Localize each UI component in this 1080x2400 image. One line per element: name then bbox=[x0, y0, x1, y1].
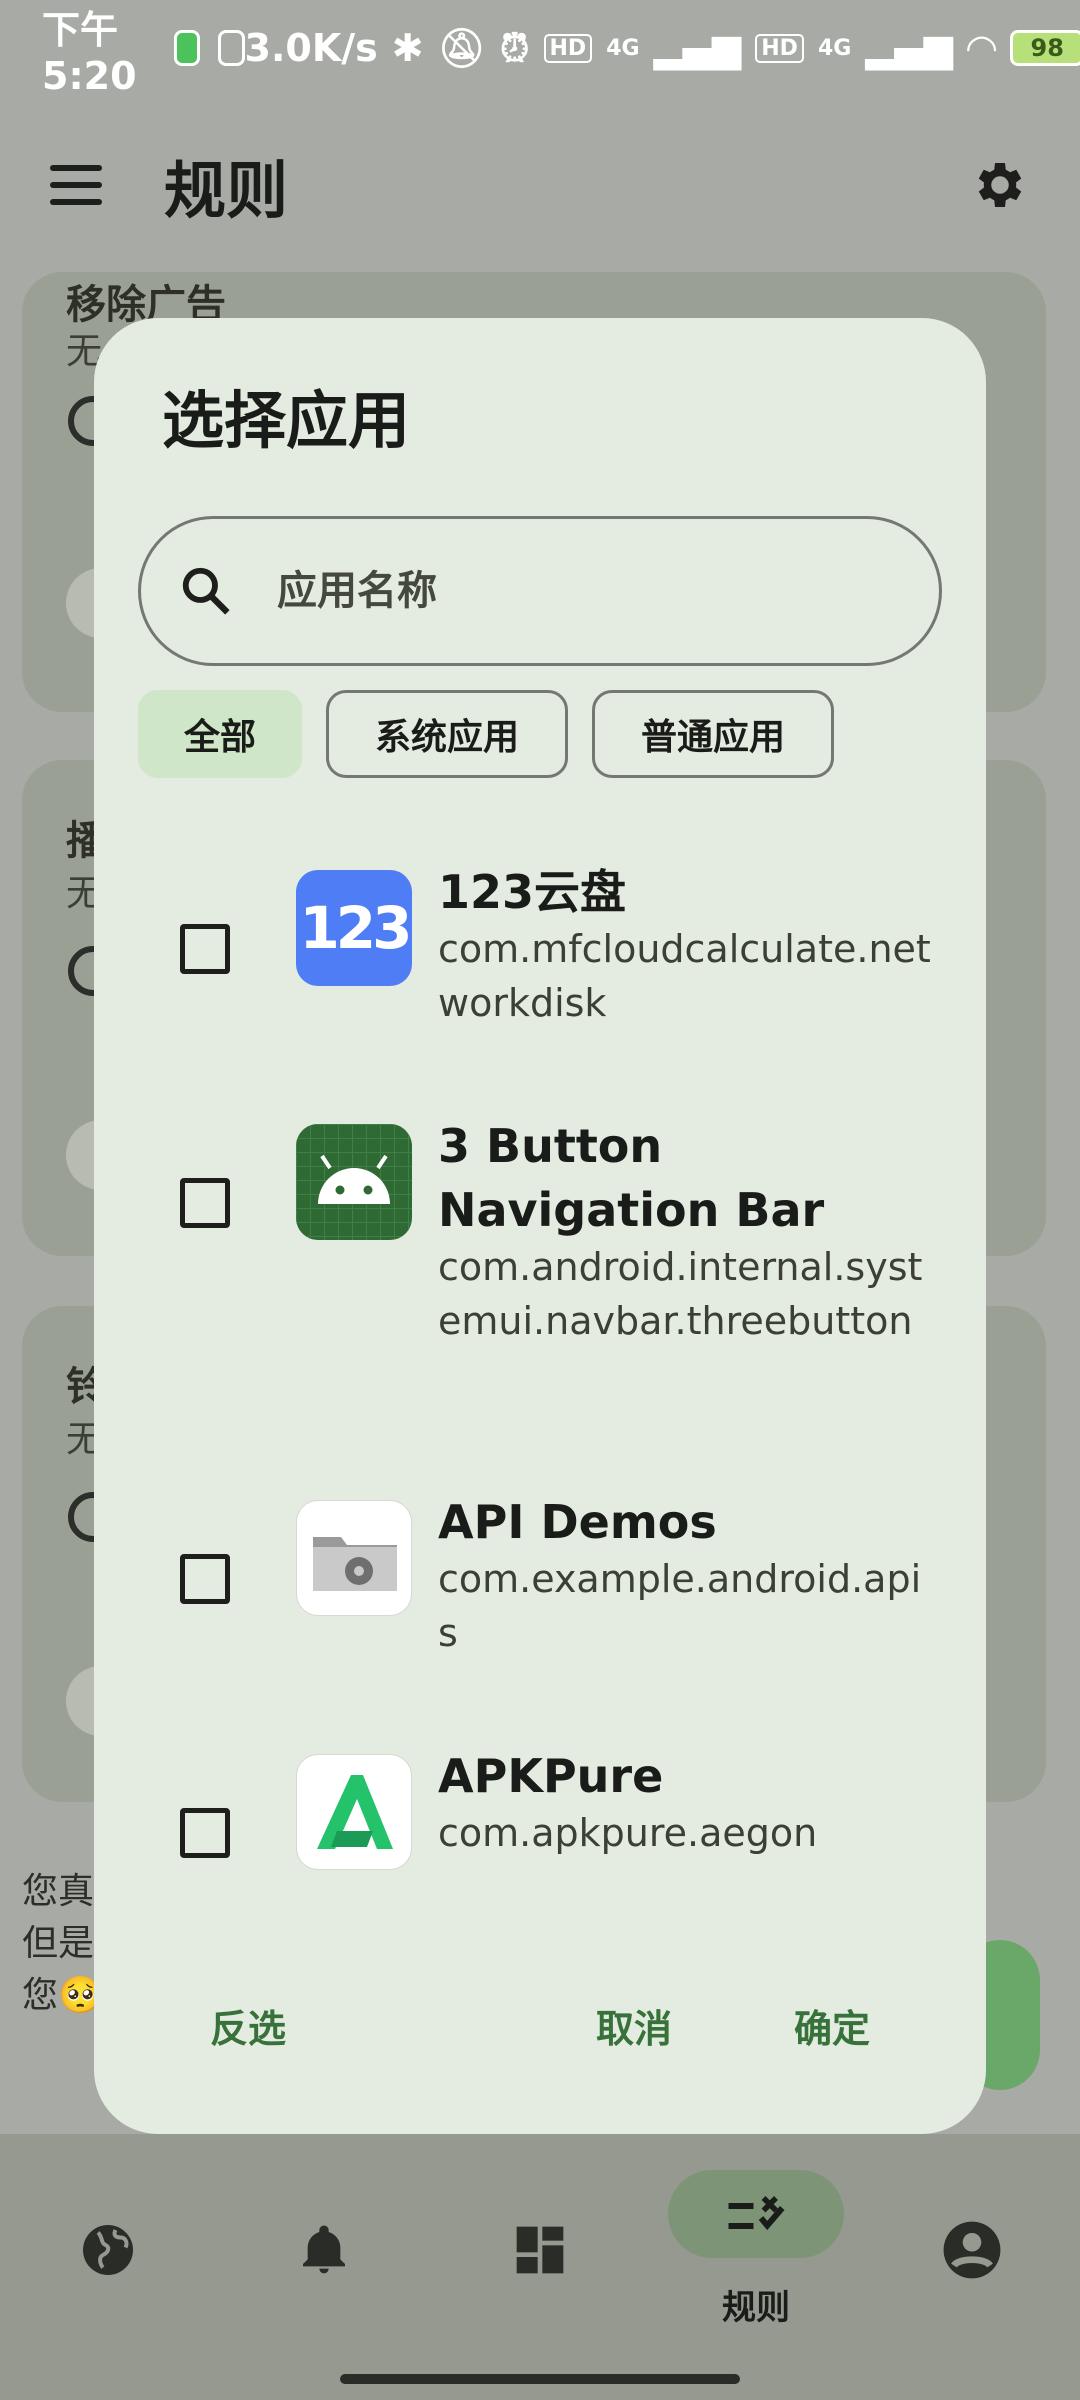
select-app-dialog: 选择应用 全部 系统应用 普通应用 123 123云盘 com.mfcloudc… bbox=[94, 318, 986, 2134]
list-item[interactable]: 123 123云盘 com.mfcloudcalculate.networkdi… bbox=[94, 830, 986, 1080]
bluetooth-icon: ✱ bbox=[391, 26, 424, 70]
bottom-nav: 规则 bbox=[0, 2134, 1080, 2400]
home-indicator[interactable] bbox=[340, 2374, 740, 2384]
signal-label: 4G bbox=[606, 35, 640, 61]
app-name: API Demos bbox=[438, 1495, 717, 1549]
notification-icon bbox=[218, 30, 245, 66]
app-package: com.android.internal.systemui.navbar.thr… bbox=[438, 1245, 923, 1343]
cancel-button[interactable]: 取消 bbox=[596, 1998, 672, 2053]
globe-icon[interactable] bbox=[68, 2210, 148, 2290]
clock: 下午5:20 bbox=[42, 7, 137, 98]
signal-label: 4G bbox=[817, 35, 852, 61]
note-line: 您🥺 bbox=[22, 1975, 103, 2016]
mute-icon: 🔕︎ bbox=[437, 25, 486, 70]
app-name: 3 Button Navigation Bar bbox=[438, 1119, 825, 1237]
android-icon bbox=[296, 1124, 412, 1240]
list-item[interactable]: API Demos com.example.android.apis bbox=[94, 1460, 986, 1710]
app-checkbox[interactable] bbox=[180, 924, 230, 974]
filter-chips: 全部 系统应用 普通应用 bbox=[138, 690, 834, 778]
background-note: 您真 但是 您🥺 bbox=[22, 1866, 103, 2022]
status-bar: 下午5:20 3.0K/s ✱ 🔕︎ ⏰︎ HD 4G ▂▄▆ HD 4G ▂▄… bbox=[0, 0, 1080, 98]
chip-all[interactable]: 全部 bbox=[138, 690, 302, 778]
bell-icon[interactable] bbox=[284, 2210, 364, 2290]
123-cloud-icon: 123 bbox=[296, 870, 412, 986]
search-input[interactable] bbox=[277, 568, 877, 614]
app-checkbox[interactable] bbox=[180, 1554, 230, 1604]
rules-icon[interactable] bbox=[716, 2178, 796, 2258]
hd-badge: HD bbox=[543, 33, 593, 63]
gear-icon[interactable] bbox=[970, 155, 1030, 215]
invert-selection-button[interactable]: 反选 bbox=[210, 1998, 286, 2053]
app-package: com.apkpure.aegon bbox=[438, 1811, 818, 1855]
list-item[interactable]: APKPure com.apkpure.aegon bbox=[94, 1714, 986, 1914]
nav-label-rules[interactable]: 规则 bbox=[668, 2280, 844, 2329]
chip-system-apps[interactable]: 系统应用 bbox=[326, 690, 568, 778]
chip-user-apps[interactable]: 普通应用 bbox=[592, 690, 834, 778]
wifi-icon: ◠ bbox=[966, 26, 997, 70]
hd-badge: HD bbox=[755, 33, 804, 63]
signal-icon: ▂▄▆ bbox=[653, 26, 742, 70]
app-name: APKPure bbox=[438, 1749, 664, 1803]
list-item[interactable]: 3 Button Navigation Bar com.android.inte… bbox=[94, 1084, 986, 1456]
page-title: 规则 bbox=[164, 154, 289, 227]
app-checkbox[interactable] bbox=[180, 1808, 230, 1858]
app-name: 123云盘 bbox=[438, 865, 627, 919]
search-icon bbox=[182, 567, 230, 615]
account-icon[interactable] bbox=[932, 2210, 1012, 2290]
battery-icon: 98 bbox=[1010, 30, 1080, 66]
dashboard-icon[interactable] bbox=[500, 2210, 580, 2290]
apkpure-icon bbox=[296, 1754, 412, 1870]
note-line: 您真 bbox=[22, 1871, 95, 1912]
search-box[interactable] bbox=[138, 516, 942, 666]
note-line: 但是 bbox=[22, 1923, 95, 1964]
folder-gear-icon bbox=[296, 1500, 412, 1616]
app-bar: 规则 bbox=[0, 120, 1080, 250]
app-notification-icon bbox=[174, 30, 201, 66]
signal-icon: ▂▄▆ bbox=[865, 26, 953, 70]
app-checkbox[interactable] bbox=[180, 1178, 230, 1228]
app-package: com.mfcloudcalculate.networkdisk bbox=[438, 927, 931, 1025]
dialog-title: 选择应用 bbox=[162, 384, 411, 457]
alarm-icon: ⏰︎ bbox=[499, 25, 530, 70]
app-package: com.example.android.apis bbox=[438, 1557, 922, 1655]
menu-icon[interactable] bbox=[50, 165, 102, 205]
network-speed: 3.0K/s bbox=[244, 26, 378, 70]
confirm-button[interactable]: 确定 bbox=[794, 1998, 870, 2053]
